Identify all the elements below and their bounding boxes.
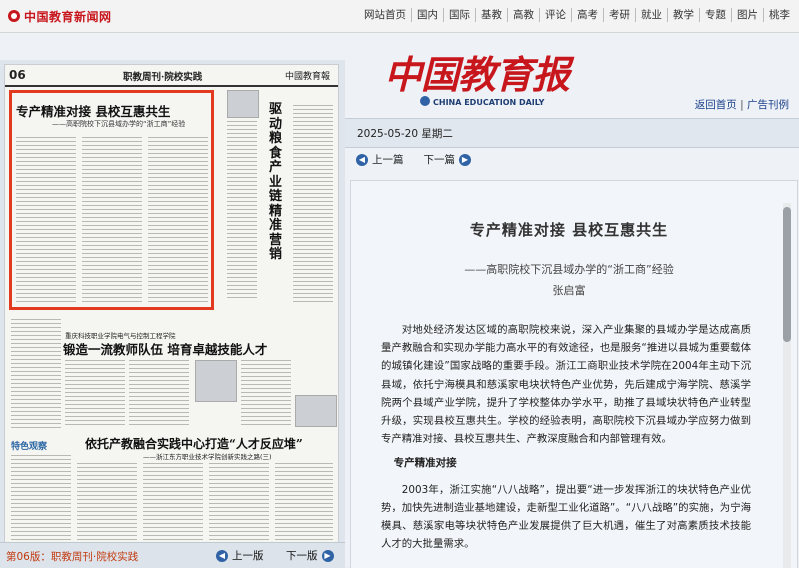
article-section-heading: 专产精准对接 xyxy=(393,457,457,470)
masthead: 中国教育报 CHINA EDUCATION DAILY xyxy=(380,38,580,118)
thumb-text-column xyxy=(148,137,208,302)
thumb-headline-sub: ——高职院校下沉县域办学的“浙工商”经验 xyxy=(52,120,186,128)
thumb-text-column xyxy=(227,121,257,301)
top-nav: 网站首页 国内 国际 基教 高教 评论 高考 考研 就业 教学 专题 图片 桃李 xyxy=(359,8,795,22)
prev-article-button[interactable]: ◀ 上一篇 xyxy=(352,152,404,167)
scrollbar-thumb[interactable] xyxy=(783,207,791,342)
page: 中国教育新闻网 网站首页 国内 国际 基教 高教 评论 高考 考研 就业 教学 … xyxy=(0,0,799,568)
nav-photos[interactable]: 图片 xyxy=(731,8,763,22)
thumb-badge: 特色观察 xyxy=(11,442,48,452)
masthead-title: 中国教育报 xyxy=(384,52,570,97)
thumb-photo xyxy=(295,395,337,427)
nav-kaoyan[interactable]: 考研 xyxy=(603,8,635,22)
thumb-text-column xyxy=(293,105,333,305)
prev-article-label: 上一篇 xyxy=(372,154,404,166)
nav-basic-edu[interactable]: 基教 xyxy=(475,8,507,22)
nav-gaokao[interactable]: 高考 xyxy=(571,8,603,22)
article-title: 专产精准对接 县校互惠共生 xyxy=(469,221,669,239)
thumb-photo xyxy=(195,360,237,402)
arrow-left-icon: ◀ xyxy=(216,549,228,562)
newspaper-page-image[interactable]: 06 职教周刊·院校实践 中國教育報 专产精准对接 县校互惠共生 ——高职院校下… xyxy=(4,64,339,544)
thumb-text-column xyxy=(77,463,137,540)
top-bar: 中国教育新闻网 网站首页 国内 国际 基教 高教 评论 高考 考研 就业 教学 … xyxy=(0,0,799,33)
next-article-button[interactable]: 下一篇 ▶ xyxy=(424,152,476,167)
current-article-highlight[interactable]: 专产精准对接 县校互惠共生 ——高职院校下沉县域办学的“浙工商”经验 xyxy=(9,90,214,310)
paper-page-header: 06 职教周刊·院校实践 中國教育報 xyxy=(5,65,338,87)
thumb-text-column xyxy=(209,463,269,540)
prev-page-label: 上一版 xyxy=(232,550,264,562)
logo-icon xyxy=(8,10,20,22)
nav-jobs[interactable]: 就业 xyxy=(635,8,667,22)
date-bar: 2025-05-20 星期二 xyxy=(345,118,799,148)
nav-teaching[interactable]: 教学 xyxy=(667,8,699,22)
nav-international[interactable]: 国际 xyxy=(443,8,475,22)
next-page-button[interactable]: 下一版 ▶ xyxy=(286,548,334,563)
masthead-links: 返回首页 | 广告刊例 xyxy=(694,99,789,111)
thumb-side-title: 驱动粮食产业链精准营销 xyxy=(269,102,283,262)
page-footer-bar: 第06版：职教周刊·院校实践 ◀ 上一版 下一版 ▶ xyxy=(0,542,345,568)
thumb-text-column xyxy=(241,360,291,425)
nav-domestic[interactable]: 国内 xyxy=(411,8,443,22)
prev-page-button[interactable]: ◀ 上一版 xyxy=(216,548,264,563)
article-author: 张启富 xyxy=(552,284,586,297)
thumb-text-column xyxy=(82,137,142,302)
article-panel: 专产精准对接 县校互惠共生 ——高职院校下沉县域办学的“浙工商”经验 张启富 对… xyxy=(350,180,798,568)
thumb-text-column xyxy=(65,360,125,425)
paper-page-number: 06 xyxy=(9,68,26,82)
thumb-text-column xyxy=(275,463,333,540)
nav-topics[interactable]: 专题 xyxy=(699,8,731,22)
current-page-label: 第06版：职教周刊·院校实践 xyxy=(6,551,139,563)
globe-icon xyxy=(420,96,430,106)
article-paragraph: 对地处经济发达区域的高职院校来说，深入产业集聚的县域办学是达成高质量产教融合和实… xyxy=(381,324,751,446)
thumb-text-column xyxy=(11,319,61,429)
nav-opinion[interactable]: 评论 xyxy=(539,8,571,22)
article-subtitle: ——高职院校下沉县域办学的“浙工商”经验 xyxy=(464,263,674,276)
arrow-left-icon: ◀ xyxy=(356,153,368,166)
thumb-text-column xyxy=(16,137,76,302)
issue-date: 2025-05-20 星期二 xyxy=(357,128,453,140)
next-article-label: 下一篇 xyxy=(423,154,456,166)
paper-page-brand: 中國教育報 xyxy=(284,72,330,82)
thumb-text-column xyxy=(129,360,189,425)
arrow-right-icon: ▶ xyxy=(459,153,471,166)
thumb-photo xyxy=(227,90,259,118)
thumb-text-column xyxy=(11,455,71,540)
thumb-text-column xyxy=(143,463,203,540)
nav-home[interactable]: 网站首页 xyxy=(359,8,411,22)
paper-page-column: 职教周刊·院校实践 xyxy=(123,72,203,83)
arrow-right-icon: ▶ xyxy=(321,549,334,562)
site-logo[interactable]: 中国教育新闻网 xyxy=(8,8,112,24)
back-home-link[interactable]: 返回首页 xyxy=(695,99,737,111)
masthead-english: CHINA EDUCATION DAILY xyxy=(420,96,544,107)
thumb-story2-title: 锻造一流教师队伍 培育卓越技能人才 xyxy=(63,342,268,357)
thumb-story3-title: 依托产教融合实践中心打造“人才反应堆” xyxy=(85,437,303,451)
nav-higher-edu[interactable]: 高教 xyxy=(507,8,539,22)
masthead-english-text: CHINA EDUCATION DAILY xyxy=(433,98,545,107)
next-page-label: 下一版 xyxy=(286,550,318,562)
ad-rates-link[interactable]: 广告刊例 xyxy=(747,99,789,111)
article-body: 对地处经济发达区域的高职院校来说，深入产业集聚的县域办学是达成高质量产教融合和实… xyxy=(381,321,751,553)
thumb-story3-sub: ——浙江东方职业技术学院创新实践之路(三) xyxy=(143,453,272,461)
article-pager: ◀ 上一篇 下一篇 ▶ xyxy=(352,152,495,167)
page-thumbnail-panel: 06 职教周刊·院校实践 中國教育報 专产精准对接 县校互惠共生 ——高职院校下… xyxy=(0,60,345,567)
thumb-headline: 专产精准对接 县校互惠共生 xyxy=(16,104,171,119)
nav-taoli[interactable]: 桃李 xyxy=(763,8,795,22)
site-logo-text: 中国教育新闻网 xyxy=(24,9,112,24)
article-paragraph: 2003年，浙江实施“八八战略”，提出要“进一步发挥浙江的块状特色产业优势，加快… xyxy=(381,483,751,551)
article-scrollbar[interactable] xyxy=(783,203,791,568)
